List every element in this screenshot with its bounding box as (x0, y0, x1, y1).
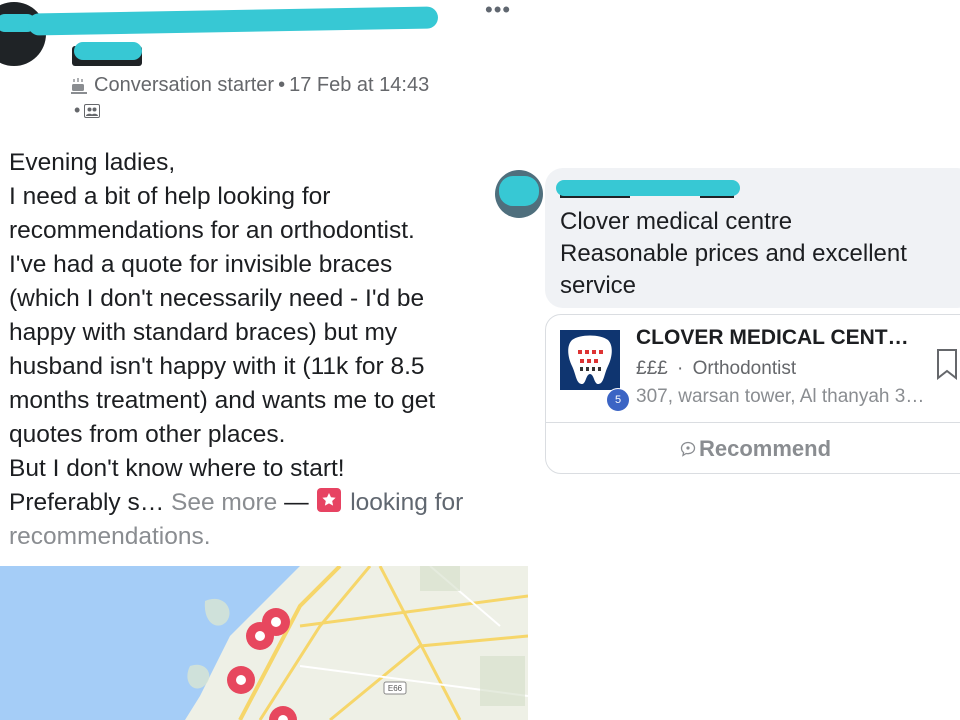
comment-icon (680, 441, 696, 457)
redacted-commenter-name[interactable] (556, 180, 740, 196)
tag-dash: — (284, 489, 309, 516)
redacted-author-name (27, 6, 439, 36)
commenter-avatar[interactable] (495, 170, 543, 218)
rating-badge: 5 (606, 388, 630, 412)
post-meta: Conversation starter • 17 Feb at 14:43 (70, 74, 429, 97)
card-divider (545, 422, 960, 423)
meta-separator-2: • (74, 100, 81, 120)
conversation-starter-badge: Conversation starter (94, 74, 275, 96)
bookmark-icon[interactable] (936, 348, 958, 385)
group-icon[interactable] (84, 103, 101, 119)
recommend-button[interactable]: Recommend (680, 436, 831, 462)
post-meta-audience: • (74, 100, 101, 121)
more-options-icon[interactable]: ••• (485, 0, 511, 21)
coffee-icon (71, 77, 87, 94)
price-level: £££ (636, 358, 668, 379)
place-logo[interactable] (560, 330, 620, 390)
place-details: £££ · Orthodontist (636, 358, 796, 380)
post-line: recommendations for an orthodontist. (9, 217, 415, 244)
post-line: quotes from other places. (9, 421, 286, 448)
comment-text: Clover medical centre Reasonable prices … (560, 206, 950, 302)
post-line: (which I don't necessarily need - I'd be (9, 285, 425, 312)
comment-line: Reasonable prices and excellent service (560, 240, 907, 299)
post-line: Evening ladies, (9, 149, 176, 176)
post-line: months treatment) and wants me to get (9, 387, 436, 414)
tag-star-icon (317, 488, 342, 512)
see-more-link[interactable]: See more (171, 489, 277, 516)
place-address: 307, warsan tower, Al thanyah 3… (636, 386, 925, 407)
map-canvas: E66 (0, 566, 528, 720)
comment-line: Clover medical centre (560, 208, 793, 235)
post-timestamp[interactable]: 17 Feb at 14:43 (289, 74, 429, 97)
post-line: But I don't know where to start! (9, 455, 345, 482)
redaction-scribble (499, 176, 539, 206)
meta-separator: • (278, 74, 286, 96)
place-title[interactable]: CLOVER MEDICAL CENT… (636, 326, 909, 350)
post-truncated-text: Preferably s… (9, 489, 165, 516)
post-line: happy with standard braces) but my (9, 319, 398, 346)
post-line: I need a bit of help looking for (9, 183, 331, 210)
detail-separator: · (676, 358, 684, 379)
tag-activity-continued[interactable]: recommendations. (9, 520, 519, 554)
recommend-label: Recommend (699, 436, 832, 461)
recommendations-map[interactable]: E66 (0, 566, 528, 720)
place-category: Orthodontist (692, 358, 797, 379)
redacted-group-name (74, 42, 142, 60)
post-line: husband isn't happy with it (11k for 8.5 (9, 353, 425, 380)
road-label: E66 (388, 684, 403, 693)
post-body: Evening ladies, I need a bit of help loo… (9, 146, 519, 554)
post-line-last: Preferably s… See more — looking for (9, 486, 519, 520)
post-line: I've had a quote for invisible braces (9, 251, 393, 278)
tag-activity[interactable]: looking for (350, 489, 463, 516)
